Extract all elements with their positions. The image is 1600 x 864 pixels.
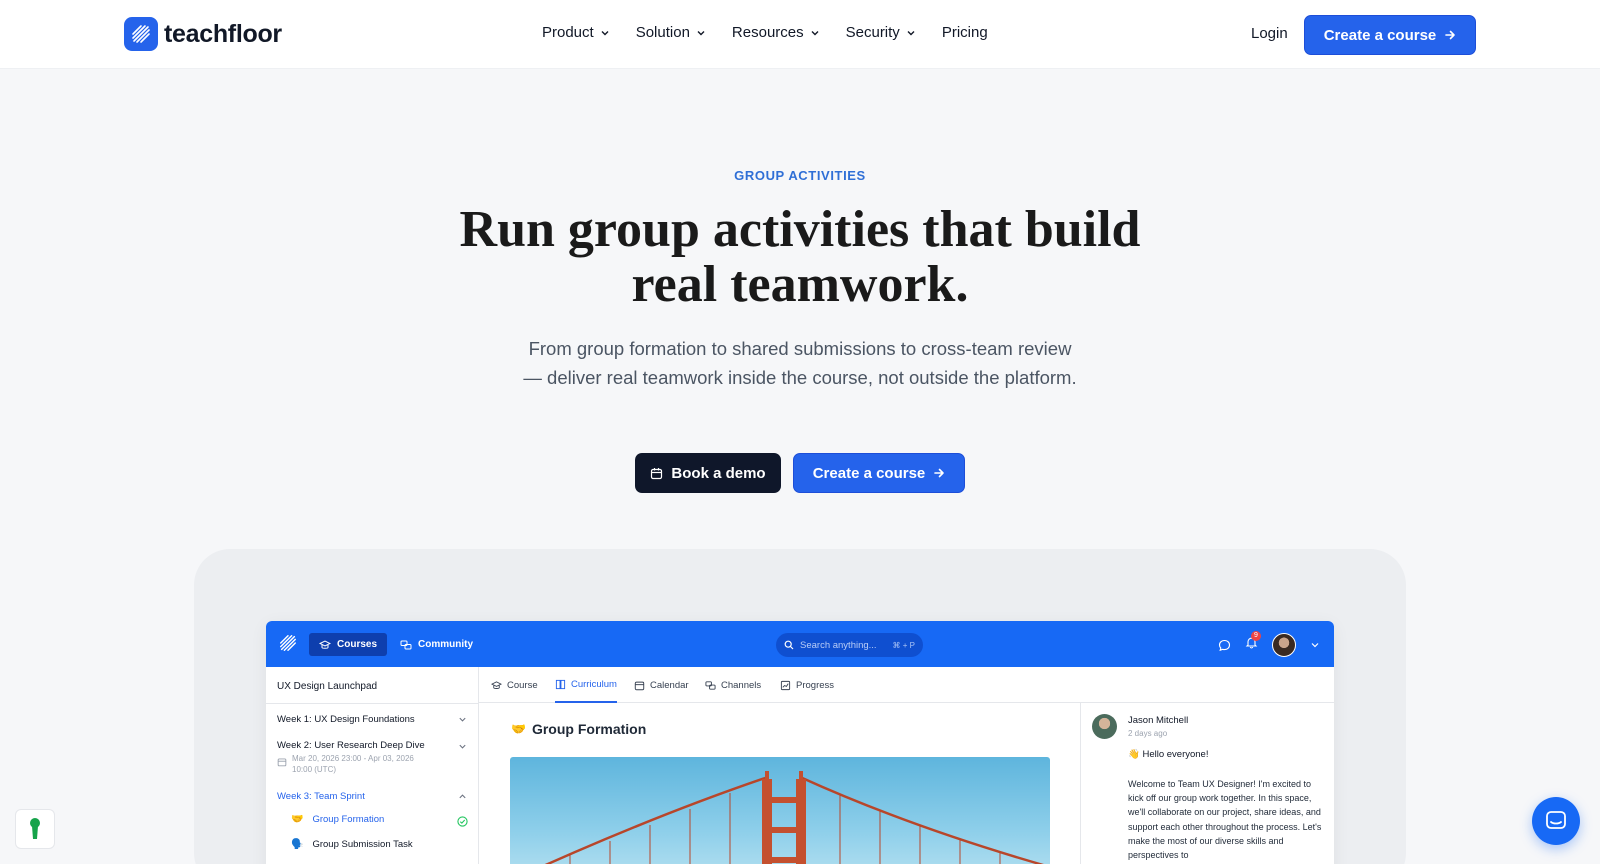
- search-icon: [784, 640, 794, 650]
- app-topbar: Courses Community Search anything... ⌘ +…: [266, 621, 1334, 667]
- chevron-down-icon[interactable]: [458, 742, 467, 751]
- notification-badge: 9: [1251, 631, 1261, 641]
- app-mockup: Courses Community Search anything... ⌘ +…: [266, 621, 1334, 864]
- lesson-item-group-submission[interactable]: 🗣️ Group Submission Task: [291, 839, 413, 850]
- app-search-input[interactable]: Search anything... ⌘ + P: [776, 633, 923, 657]
- hero-subtitle: From group formation to shared submissio…: [523, 338, 1077, 388]
- sidebar-week-1[interactable]: Week 1: UX Design Foundations: [277, 714, 415, 725]
- tab-course[interactable]: Course: [491, 667, 538, 703]
- menu-item-product[interactable]: Product: [542, 24, 610, 41]
- sidebar-week-2[interactable]: Week 2: User Research Deep Dive: [277, 740, 425, 751]
- lesson-title: 🤝 Group Formation: [511, 721, 647, 737]
- author-avatar[interactable]: [1092, 714, 1117, 739]
- calendar-icon: [277, 758, 287, 767]
- golden-gate-bridge-illustration: [544, 771, 1045, 864]
- search-placeholder: Search anything...: [800, 639, 877, 651]
- channels-icon: [705, 680, 716, 690]
- main-menu: Product Solution Resources Security Pric…: [542, 24, 988, 41]
- message-timestamp: 2 days ago: [1128, 729, 1168, 738]
- app-tab-courses[interactable]: Courses: [309, 633, 388, 656]
- calendar-icon: [634, 681, 645, 690]
- week-2-date-range: Mar 20, 2026 23:00 - Apr 03, 2026 10:00 …: [292, 754, 414, 774]
- app-logo-icon: [278, 633, 298, 658]
- chevron-down-icon: [601, 30, 609, 35]
- handshake-icon: 🤝: [291, 814, 304, 825]
- tab-channels[interactable]: Channels: [705, 667, 761, 703]
- progress-icon: [780, 680, 791, 690]
- lesson-cover-image: [510, 757, 1050, 864]
- hero-create-course-button[interactable]: Create a course: [793, 453, 965, 493]
- user-avatar[interactable]: [1272, 633, 1296, 657]
- chevron-down-icon: [811, 30, 819, 35]
- notifications-button[interactable]: 9: [1245, 631, 1261, 654]
- course-tabs: Course Curriculum Calendar Channels Prog…: [479, 667, 1334, 703]
- app-topbar-actions: 9: [1218, 631, 1320, 657]
- curriculum-icon: [555, 679, 566, 689]
- divider: [266, 703, 479, 704]
- graduation-cap-icon: [491, 680, 502, 689]
- support-chat-button[interactable]: [1532, 797, 1580, 845]
- tab-curriculum[interactable]: Curriculum: [555, 667, 617, 703]
- headline-line-2: real teamwork.: [631, 256, 969, 313]
- author-name[interactable]: Jason Mitchell: [1128, 715, 1188, 726]
- keyhole-icon: [30, 818, 40, 839]
- top-navigation: teachfloor Product Solution Resources Se…: [0, 0, 1600, 69]
- chevron-down-icon: [697, 30, 705, 35]
- menu-item-pricing[interactable]: Pricing: [942, 24, 988, 41]
- sidebar-week-3[interactable]: Week 3: Team Sprint: [277, 791, 365, 802]
- message-greeting: 👋 Hello everyone!: [1128, 749, 1209, 760]
- headline-line-1: Run group activities that build: [459, 201, 1141, 258]
- discussion-panel: Jason Mitchell 2 days ago 👋 Hello everyo…: [1080, 703, 1334, 864]
- hero-headline: Run group activities that build real tea…: [400, 202, 1200, 312]
- app-tab-community[interactable]: Community: [400, 633, 473, 656]
- handshake-icon: 🤝: [511, 722, 526, 736]
- menu-item-security[interactable]: Security: [846, 24, 916, 41]
- accessibility-widget-button[interactable]: [15, 809, 55, 849]
- chevron-down-icon: [907, 30, 915, 35]
- chat-icon[interactable]: [1218, 639, 1231, 652]
- lesson-item-group-formation[interactable]: 🤝 Group Formation: [291, 814, 384, 825]
- arrow-right-icon: [934, 468, 945, 478]
- menu-item-resources[interactable]: Resources: [732, 24, 820, 41]
- login-link[interactable]: Login: [1251, 25, 1288, 42]
- course-sidebar: UX Design Launchpad Week 1: UX Design Fo…: [266, 667, 479, 864]
- tab-progress[interactable]: Progress: [780, 667, 834, 703]
- calendar-icon: [651, 467, 663, 479]
- nav-create-course-button[interactable]: Create a course: [1304, 15, 1476, 55]
- menu-item-solution[interactable]: Solution: [636, 24, 706, 41]
- teachfloor-logo-icon: [124, 17, 158, 51]
- community-icon: [400, 640, 412, 649]
- chevron-down-icon[interactable]: [1310, 640, 1320, 650]
- graduation-cap-icon: [319, 639, 331, 649]
- brand-name: teachfloor: [164, 19, 282, 48]
- speaking-head-icon: 🗣️: [291, 839, 304, 850]
- brand-logo[interactable]: teachfloor: [124, 17, 282, 51]
- chat-bubble-icon: [1546, 811, 1566, 829]
- tab-calendar[interactable]: Calendar: [634, 667, 689, 703]
- chevron-down-icon[interactable]: [458, 715, 467, 724]
- arrow-right-icon: [1445, 30, 1456, 40]
- book-demo-button[interactable]: Book a demo: [635, 453, 781, 493]
- chevron-up-icon[interactable]: [458, 792, 467, 801]
- section-eyebrow: GROUP ACTIVITIES: [734, 168, 866, 183]
- message-body: Welcome to Team UX Designer! I'm excited…: [1128, 779, 1322, 861]
- search-shortcut: ⌘ + P: [892, 640, 915, 650]
- check-circle-icon: [457, 816, 468, 827]
- course-title: UX Design Launchpad: [277, 681, 378, 692]
